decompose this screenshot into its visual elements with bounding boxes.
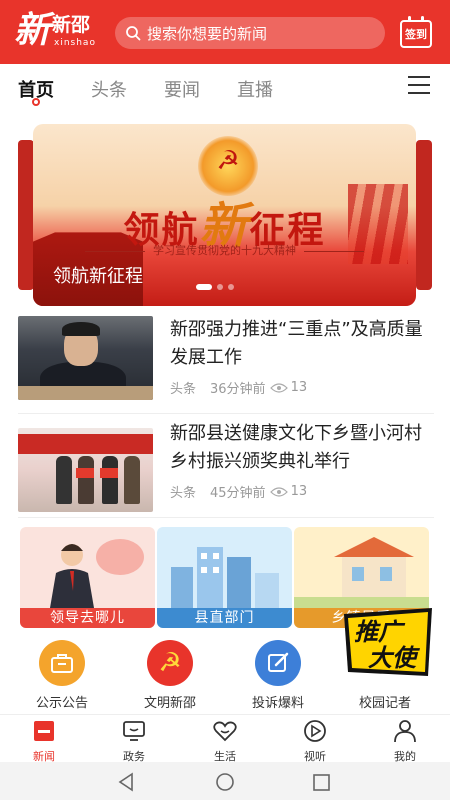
nav-government[interactable]: 政务 [104,719,164,764]
news-time: 45分钟前 [210,486,266,501]
banner-caption: 领航新征程 [53,266,143,287]
active-tab-indicator [32,98,40,106]
monitor-icon [123,721,145,741]
promo-ambassador-icon[interactable]: 推广 大使 [342,606,434,678]
channel-tabs: 首页 头条 要闻 直播 [0,64,450,114]
top-header: 新 新邵 xinshao 搜索你想要的新闻 签到 [0,0,450,64]
system-nav-bar [0,762,450,800]
app-logo[interactable]: 新 新邵 xinshao [14,10,104,54]
banner-subtitle: 学习宣传贯彻党的十九大精神 [33,242,416,258]
recents-icon[interactable] [312,773,332,791]
eye-icon [269,486,288,497]
news-meta: 头条 36分钟前 13 [170,378,307,397]
news-meta: 头条 45分钟前 13 [170,482,307,501]
tab-major-news[interactable]: 要闻 [164,76,200,102]
nav-life[interactable]: 生活 [195,719,255,764]
card-label: 县直部门 [157,608,292,628]
service-label: 文明新邵 [143,696,196,711]
news-category: 头条 [170,486,197,501]
service-notices[interactable]: 公示公告 [17,640,107,711]
svg-text:推广: 推广 [354,618,406,646]
back-icon[interactable] [116,772,136,792]
card-leaders[interactable]: 领导去哪儿 [20,527,155,628]
bottom-nav: 新闻 政务 生活 视听 我的 [0,714,450,764]
tab-live[interactable]: 直播 [237,76,273,102]
edit-icon [255,640,301,686]
signin-button[interactable]: 签到 [400,16,432,48]
news-item[interactable]: 新邵县送健康文化下乡暨小河村乡村振兴颁奖典礼举行 头条 45分钟前 13 [18,420,434,518]
home-icon[interactable] [214,772,236,792]
search-icon [126,26,141,41]
logo-name: 新邵 [52,14,91,36]
news-thumbnail [18,316,153,400]
banner-prev-peek[interactable] [18,140,34,290]
user-icon [394,720,416,743]
party-emblem-icon: ☭ [216,146,240,176]
eye-icon [269,382,288,393]
nav-news[interactable]: 新闻 [14,719,74,764]
service-civilized[interactable]: ☭ 文明新邵 [125,640,215,711]
news-icon [34,721,54,741]
service-label: 公示公告 [35,696,88,711]
village-illustration [294,537,429,608]
card-departments[interactable]: 县直部门 [157,527,292,628]
news-category: 头条 [170,382,197,397]
news-views: 13 [290,380,308,395]
carousel-dots [196,284,234,290]
news-time: 36分钟前 [210,382,266,397]
service-complaints[interactable]: 投诉爆料 [233,640,323,711]
nav-media[interactable]: 视听 [285,719,345,764]
news-item[interactable]: 新邵强力推进“三重点”及高质量发展工作 头条 36分钟前 13 [18,316,434,414]
banner-next-peek[interactable] [416,140,432,290]
menu-icon[interactable] [408,76,430,94]
search-input[interactable]: 搜索你想要的新闻 [115,17,385,49]
heart-icon [213,721,237,742]
logo-english: xinshao [54,38,96,48]
service-label: 投诉爆料 [251,696,304,711]
search-placeholder: 搜索你想要的新闻 [147,24,268,43]
card-label: 领导去哪儿 [20,608,155,628]
party-emblem-icon: ☭ [147,640,193,686]
news-thumbnail [18,428,153,512]
bag-icon [39,640,85,686]
carousel-banner[interactable]: ☭ 领航新征程 学习宣传贯彻党的十九大精神 领航新征程 [33,124,416,306]
news-title: 新邵强力推进“三重点”及高质量发展工作 [170,319,423,368]
svg-text:大使: 大使 [368,644,421,672]
news-views: 13 [290,484,308,499]
logo-char: 新 [14,9,51,51]
news-title: 新邵县送健康文化下乡暨小河村乡村振兴颁奖典礼举行 [170,423,422,472]
nav-profile[interactable]: 我的 [375,719,435,764]
tab-headlines[interactable]: 头条 [91,76,127,102]
play-icon [304,720,326,742]
leader-illustration [50,539,144,608]
buildings-illustration [171,547,279,608]
service-label: 校园记者 [358,696,411,711]
